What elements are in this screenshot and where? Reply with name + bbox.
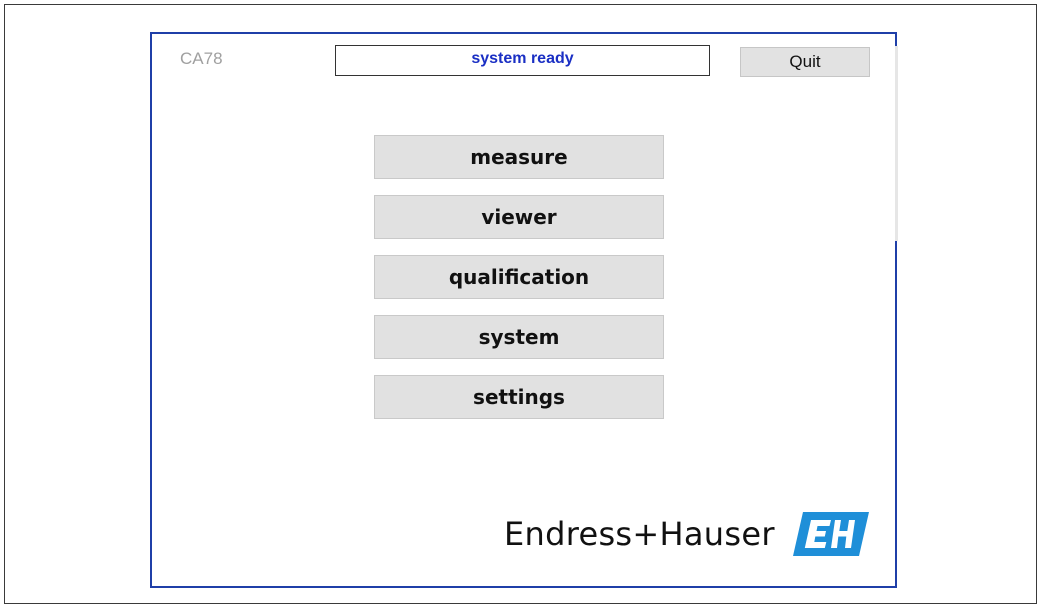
system-button[interactable]: system xyxy=(374,315,664,359)
qualification-button[interactable]: qualification xyxy=(374,255,664,299)
endress-hauser-logo-icon xyxy=(792,512,869,556)
status-field: system ready xyxy=(335,45,710,76)
brand-name: Endress+Hauser xyxy=(504,515,775,553)
viewer-button[interactable]: viewer xyxy=(374,195,664,239)
app-window: CA78 system ready Quit measure viewer qu… xyxy=(150,32,898,588)
device-id-label: CA78 xyxy=(180,49,223,68)
measure-button[interactable]: measure xyxy=(374,135,664,179)
settings-button[interactable]: settings xyxy=(374,375,664,419)
main-menu: measure viewer qualification system sett… xyxy=(374,135,664,435)
brand-footer: Endress+Hauser xyxy=(504,509,869,559)
quit-button[interactable]: Quit xyxy=(740,47,870,77)
window-edge-shadow xyxy=(895,46,898,241)
